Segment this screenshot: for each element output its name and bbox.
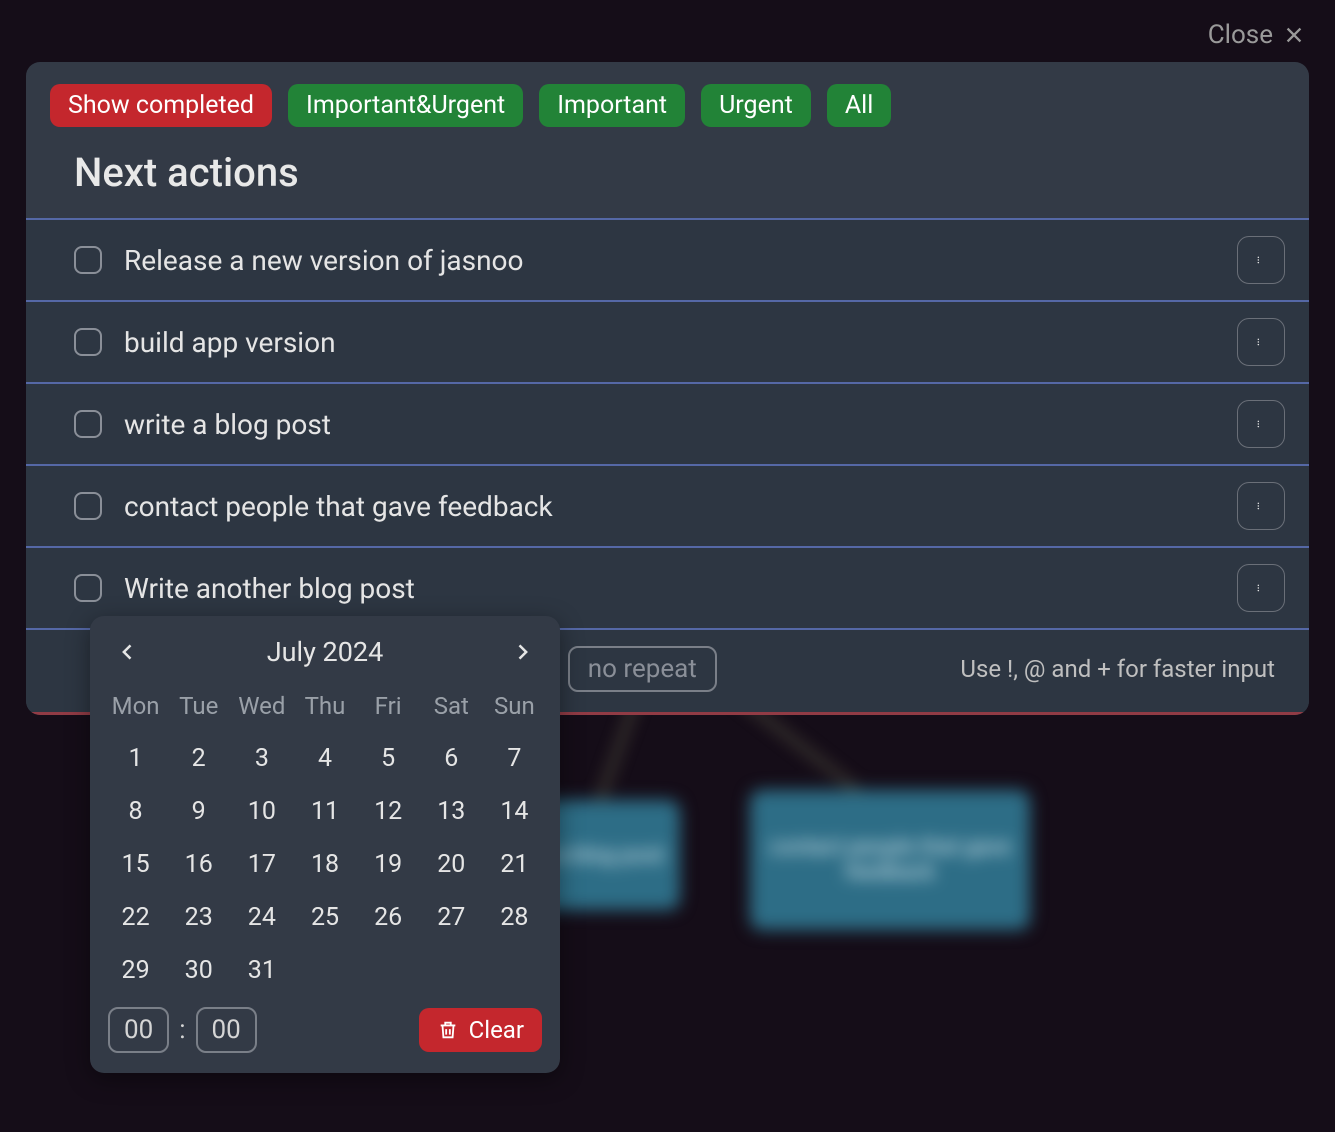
calendar-day[interactable]: 30 — [167, 956, 230, 985]
task-checkbox[interactable] — [74, 246, 102, 274]
task-row: contact people that gave feedback — [26, 464, 1309, 546]
more-vertical-icon — [1257, 249, 1265, 271]
graph-node: contact people that gave feedback — [750, 790, 1030, 930]
calendar-day[interactable]: 24 — [230, 903, 293, 932]
calendar-day[interactable]: 15 — [104, 850, 167, 879]
calendar-day[interactable]: 1 — [104, 744, 167, 773]
calendar-day[interactable]: 6 — [420, 744, 483, 773]
calendar-footer: 00 : 00 Clear — [104, 1001, 546, 1053]
close-icon — [1283, 24, 1305, 46]
calendar-weekday: Thu — [293, 692, 356, 720]
filter-important-urgent[interactable]: Important&Urgent — [288, 84, 523, 127]
task-more-button[interactable] — [1237, 564, 1285, 612]
task-text: contact people that gave feedback — [124, 490, 1237, 523]
close-button[interactable]: Close — [1208, 20, 1305, 50]
calendar-day[interactable]: 20 — [420, 850, 483, 879]
filter-urgent[interactable]: Urgent — [701, 84, 811, 127]
filter-all[interactable]: All — [827, 84, 891, 127]
more-vertical-icon — [1257, 331, 1265, 353]
calendar-day[interactable]: 4 — [293, 744, 356, 773]
calendar-day[interactable]: 7 — [483, 744, 546, 773]
task-more-button[interactable] — [1237, 400, 1285, 448]
task-checkbox[interactable] — [74, 574, 102, 602]
trash-icon — [437, 1019, 459, 1041]
calendar-day[interactable]: 17 — [230, 850, 293, 879]
calendar-day[interactable]: 10 — [230, 797, 293, 826]
calendar-grid: MonTueWedThuFriSatSun1234567891011121314… — [104, 682, 546, 1001]
task-checkbox[interactable] — [74, 492, 102, 520]
calendar-day[interactable]: 5 — [357, 744, 420, 773]
calendar-day[interactable]: 21 — [483, 850, 546, 879]
task-more-button[interactable] — [1237, 318, 1285, 366]
clear-label: Clear — [469, 1016, 524, 1044]
task-checkbox[interactable] — [74, 410, 102, 438]
calendar-weekday: Mon — [104, 692, 167, 720]
input-hint: Use !, @ and + for faster input — [960, 655, 1285, 683]
more-vertical-icon — [1257, 577, 1265, 599]
calendar-day[interactable]: 16 — [167, 850, 230, 879]
filter-show-completed[interactable]: Show completed — [50, 84, 272, 127]
date-picker: July 2024 MonTueWedThuFriSatSun123456789… — [90, 616, 560, 1073]
hour-input[interactable]: 00 — [108, 1007, 169, 1053]
calendar-day[interactable]: 2 — [167, 744, 230, 773]
prev-month-button[interactable] — [114, 638, 142, 666]
chevron-left-icon — [118, 642, 138, 662]
calendar-day[interactable]: 13 — [420, 797, 483, 826]
panel-title: Next actions — [26, 139, 1309, 218]
calendar-day[interactable]: 14 — [483, 797, 546, 826]
minute-input[interactable]: 00 — [196, 1007, 257, 1053]
task-text: write a blog post — [124, 408, 1237, 441]
calendar-day[interactable]: 25 — [293, 903, 356, 932]
calendar-weekday: Tue — [167, 692, 230, 720]
task-row: build app version — [26, 300, 1309, 382]
calendar-day[interactable]: 27 — [420, 903, 483, 932]
calendar-day[interactable]: 29 — [104, 956, 167, 985]
close-label: Close — [1208, 20, 1273, 50]
task-text: build app version — [124, 326, 1237, 359]
more-vertical-icon — [1257, 413, 1265, 435]
calendar-day[interactable]: 22 — [104, 903, 167, 932]
calendar-day[interactable]: 9 — [167, 797, 230, 826]
task-text: Release a new version of jasnoo — [124, 244, 1237, 277]
task-list: Release a new version of jasnoo build app… — [26, 218, 1309, 630]
repeat-chip[interactable]: no repeat — [568, 646, 717, 692]
time-colon: : — [179, 1015, 185, 1045]
time-picker: 00 : 00 — [108, 1007, 257, 1053]
calendar-day[interactable]: 26 — [357, 903, 420, 932]
calendar-day[interactable]: 11 — [293, 797, 356, 826]
calendar-month-label: July 2024 — [267, 636, 384, 668]
calendar-day[interactable]: 8 — [104, 797, 167, 826]
filter-bar: Show completed Important&Urgent Importan… — [26, 62, 1309, 139]
calendar-weekday: Sun — [483, 692, 546, 720]
calendar-weekday: Fri — [357, 692, 420, 720]
clear-date-button[interactable]: Clear — [419, 1008, 542, 1052]
calendar-day[interactable]: 31 — [230, 956, 293, 985]
filter-important[interactable]: Important — [539, 84, 685, 127]
calendar-day[interactable]: 12 — [357, 797, 420, 826]
task-row: Release a new version of jasnoo — [26, 218, 1309, 300]
task-text: Write another blog post — [124, 572, 1237, 605]
more-vertical-icon — [1257, 495, 1265, 517]
calendar-header: July 2024 — [104, 636, 546, 682]
calendar-day[interactable]: 19 — [357, 850, 420, 879]
task-row: write a blog post — [26, 382, 1309, 464]
task-more-button[interactable] — [1237, 482, 1285, 530]
calendar-day[interactable]: 3 — [230, 744, 293, 773]
calendar-day[interactable]: 18 — [293, 850, 356, 879]
calendar-weekday: Sat — [420, 692, 483, 720]
next-month-button[interactable] — [508, 638, 536, 666]
task-checkbox[interactable] — [74, 328, 102, 356]
task-more-button[interactable] — [1237, 236, 1285, 284]
calendar-weekday: Wed — [230, 692, 293, 720]
calendar-day[interactable]: 23 — [167, 903, 230, 932]
calendar-day[interactable]: 28 — [483, 903, 546, 932]
chevron-right-icon — [512, 642, 532, 662]
